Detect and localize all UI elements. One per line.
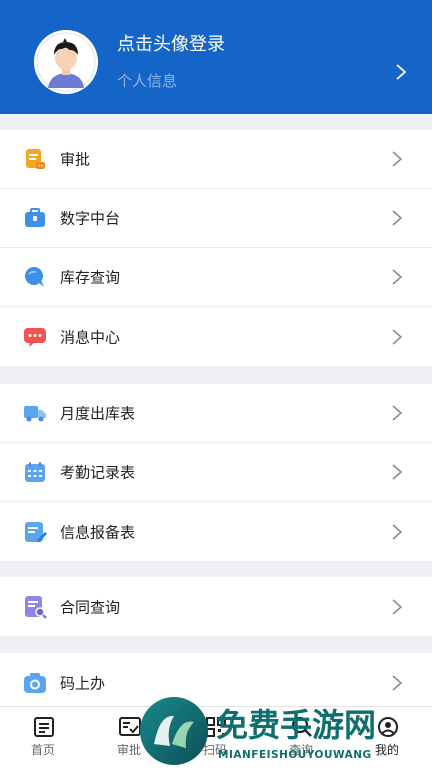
menu-group-3: 合同查询 [0, 577, 432, 636]
menu-item-approval[interactable]: 审批 [0, 130, 432, 189]
chevron-right-icon [391, 209, 403, 227]
chevron-right-icon [391, 523, 403, 541]
edit-doc-icon [23, 520, 47, 544]
chat-bubble-icon [23, 265, 47, 289]
menu-item-label: 合同查询 [60, 598, 121, 616]
menu-item-monthly-outbound[interactable]: 月度出库表 [0, 384, 432, 443]
chevron-right-icon [391, 463, 403, 481]
camera-icon [23, 671, 47, 695]
tab-label: 首页 [30, 743, 55, 757]
chevron-right-icon [391, 150, 403, 168]
truck-icon [23, 401, 47, 425]
menu-item-label: 码上办 [60, 674, 106, 692]
chevron-right-icon[interactable] [394, 62, 408, 82]
contract-search-icon [23, 595, 47, 619]
approval-doc-icon [23, 147, 47, 171]
home-doc-icon [33, 716, 55, 738]
menu-item-label: 审批 [60, 150, 91, 169]
menu-item-label: 库存查询 [60, 268, 121, 287]
login-title[interactable]: 点击头像登录 [117, 30, 225, 56]
watermark-en-text: MIANFEISHOUYOUWANG [218, 749, 372, 761]
menu-item-digital-platform[interactable]: 数字中台 [0, 189, 432, 248]
profile-header[interactable]: 点击头像登录 个人信息 [0, 0, 432, 114]
menu-group-2: 月度出库表 考勤记录表 信息报备表 [0, 384, 432, 561]
chevron-right-icon [391, 404, 403, 422]
menu-item-label: 消息中心 [60, 328, 121, 346]
watermark-cn-text: 免费手游网 [216, 706, 376, 744]
chevron-right-icon [391, 674, 403, 692]
menu-item-info-report[interactable]: 信息报备表 [0, 502, 432, 561]
menu-item-attendance[interactable]: 考勤记录表 [0, 443, 432, 502]
menu-group-1: 审批 数字中台 库存查询 消息中心 [0, 130, 432, 366]
menu-item-label: 考勤记录表 [60, 463, 136, 482]
chevron-right-icon [391, 268, 403, 286]
menu-item-contract-query[interactable]: 合同查询 [0, 577, 432, 636]
chevron-right-icon [391, 598, 403, 616]
briefcase-icon [23, 206, 47, 230]
avatar[interactable] [34, 30, 98, 94]
menu-item-message-center[interactable]: 消息中心 [0, 307, 432, 366]
menu-item-label: 信息报备表 [60, 523, 136, 541]
menu-item-label: 月度出库表 [60, 404, 136, 423]
chevron-right-icon [391, 328, 403, 346]
personal-info-label[interactable]: 个人信息 [117, 70, 177, 91]
user-avatar-icon [34, 30, 98, 94]
menu-item-label: 数字中台 [60, 209, 121, 228]
menu-item-inventory-query[interactable]: 库存查询 [0, 248, 432, 307]
tab-home[interactable]: 首页 [0, 707, 86, 768]
calendar-icon [23, 460, 47, 484]
watermark-logo: 免费手游网 MIANFEISHOUYOUWANG [136, 694, 432, 768]
message-icon [23, 325, 47, 349]
